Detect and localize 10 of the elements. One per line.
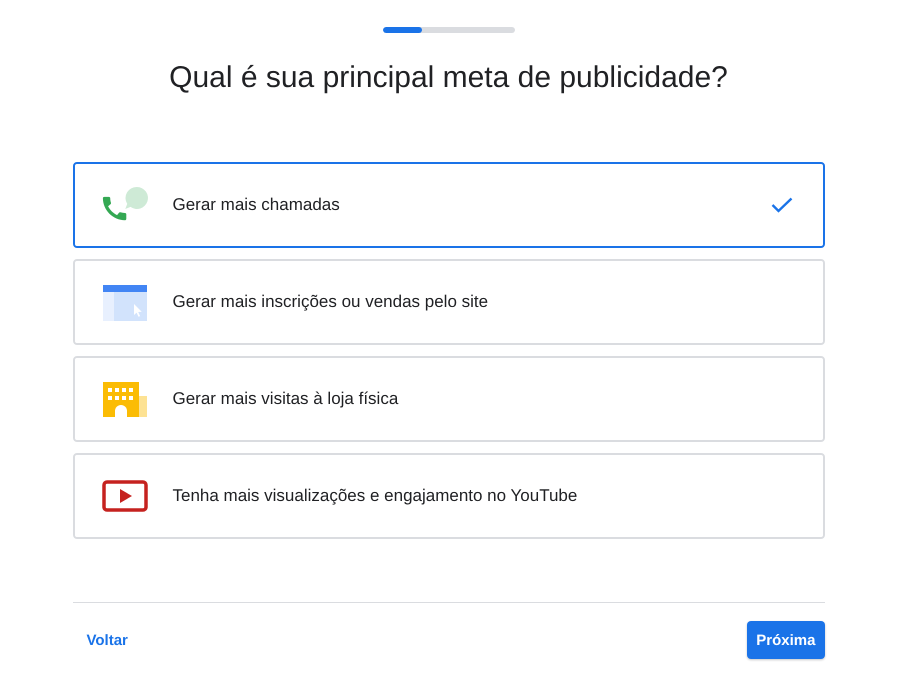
check-icon <box>770 197 792 213</box>
option-card[interactable]: Gerar mais visitas à loja física <box>72 356 824 442</box>
back-link[interactable]: Voltar <box>72 628 142 652</box>
next-button[interactable]: Próxima <box>747 621 824 659</box>
option-card[interactable]: Tenha mais visualizações e engajamento no YouTube <box>72 453 824 539</box>
building-icon <box>100 379 148 419</box>
page-title: Qual é sua principal meta de publicidade? <box>168 61 729 95</box>
option-card[interactable]: Gerar mais inscrições ou vendas pelo site <box>72 259 824 345</box>
browser-window-icon <box>100 282 148 322</box>
option-card[interactable]: Gerar mais chamadas <box>72 162 824 248</box>
